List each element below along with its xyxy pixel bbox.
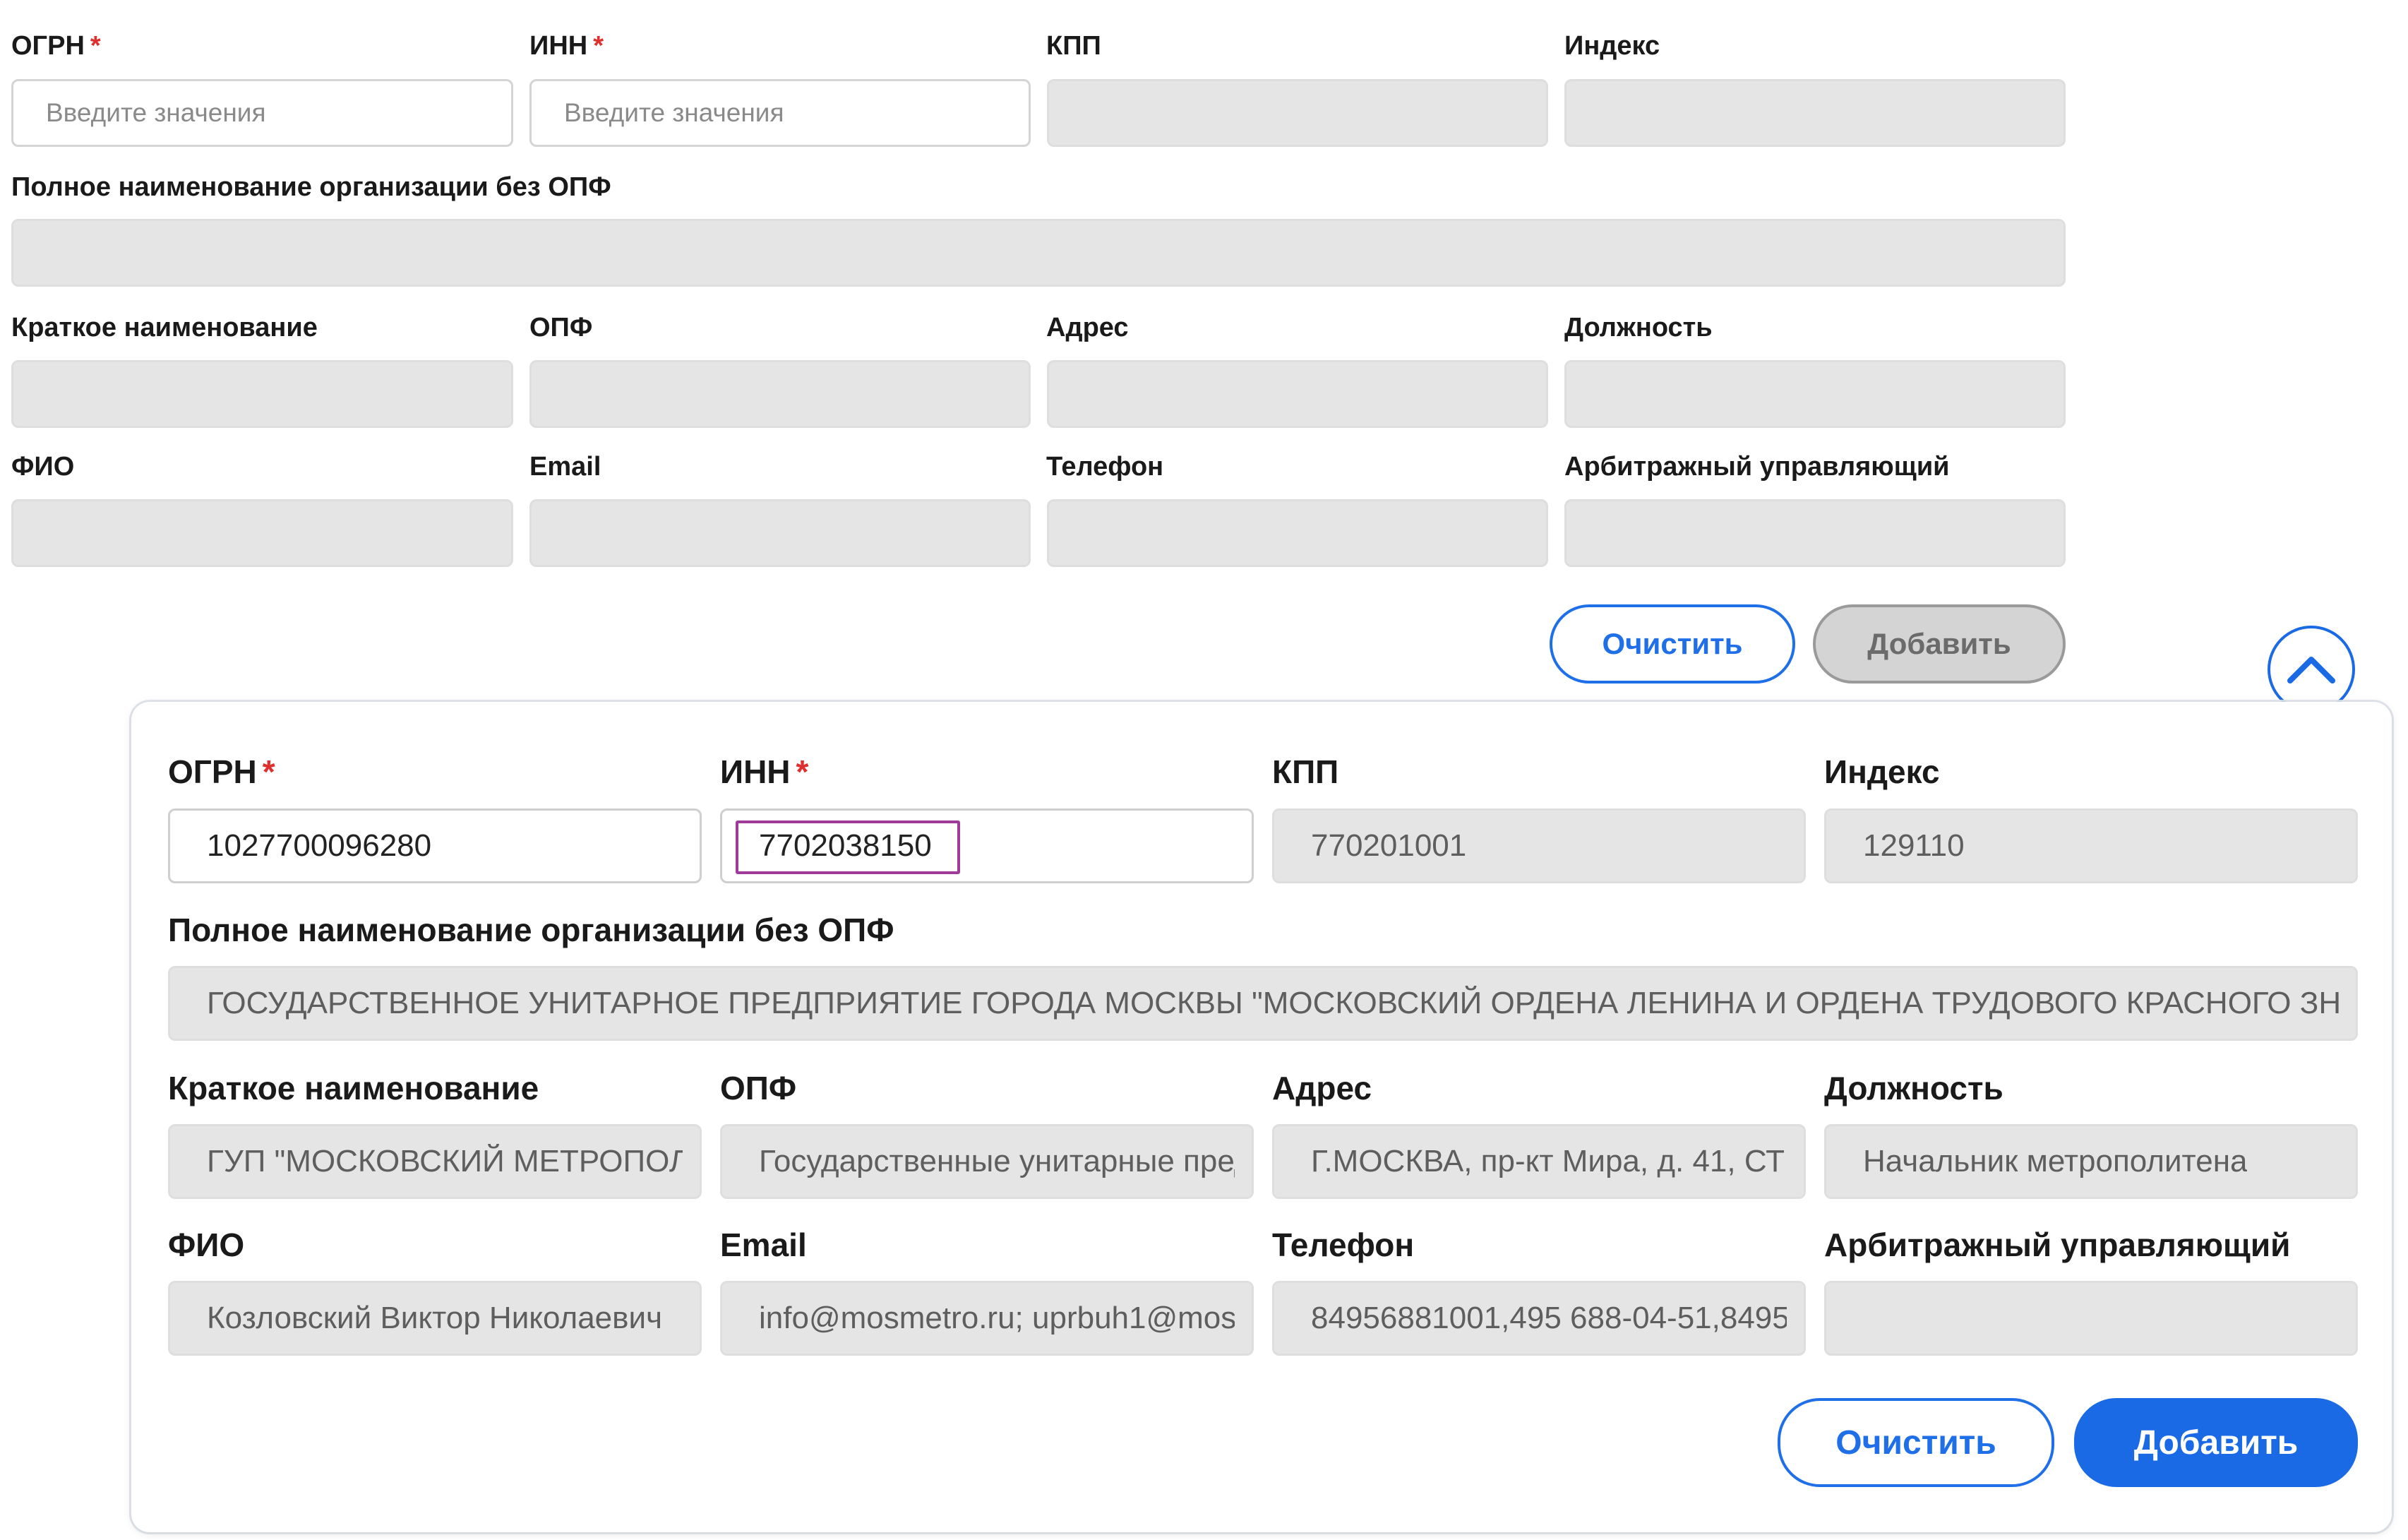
ogrn-label: ОГРН * — [11, 31, 101, 61]
arbitration-field — [1824, 1281, 2358, 1356]
phone-field: 84956881001,495 688-04-51,8495 — [1272, 1281, 1806, 1356]
position-field — [1564, 360, 2066, 428]
required-mark: * — [593, 31, 604, 61]
phone-label: Телефон — [1046, 452, 1164, 482]
index-label: Индекс — [1564, 31, 1660, 61]
arbitration-field — [1564, 499, 2066, 567]
clear-button[interactable]: Очистить — [1550, 604, 1795, 684]
phone-field — [1047, 499, 1548, 567]
inn-label: ИНН * — [529, 31, 604, 61]
email-field — [529, 499, 1031, 567]
opf-field: Государственные унитарные предприятия — [720, 1124, 1254, 1199]
clear-button[interactable]: Очистить — [1778, 1398, 2054, 1487]
position-field: Начальник метрополитена — [1824, 1124, 2358, 1199]
kpp-field — [1047, 79, 1548, 147]
ogrn-input[interactable]: Введите значения — [11, 79, 513, 147]
address-field — [1047, 360, 1548, 428]
position-label: Должность — [1564, 313, 1713, 342]
chevron-up-icon — [2287, 657, 2335, 684]
arbitration-label: Арбитражный управляющий — [1564, 452, 1950, 482]
index-label: Индекс — [1824, 753, 1940, 790]
opf-label: ОПФ — [529, 313, 593, 342]
address-label: Адрес — [1046, 313, 1129, 342]
email-field: info@mosmetro.ru; uprbuh1@mosmetro.ru — [720, 1281, 1254, 1356]
index-field — [1564, 79, 2066, 147]
kpp-label: КПП — [1272, 753, 1339, 790]
short-name-label: Краткое наименование — [168, 1070, 539, 1106]
index-field: 129110 — [1824, 808, 2358, 883]
inn-input[interactable]: Введите значения — [529, 79, 1031, 147]
full-name-label: Полное наименование организации без ОПФ — [11, 172, 611, 202]
fio-field — [11, 499, 513, 567]
ogrn-label: ОГРН * — [168, 753, 275, 790]
full-name-field — [11, 219, 2066, 287]
fio-label: ФИО — [11, 452, 75, 482]
phone-label: Телефон — [1272, 1226, 1415, 1263]
add-button-disabled[interactable]: Добавить — [1813, 604, 2066, 684]
required-mark: * — [262, 753, 275, 790]
address-label: Адрес — [1272, 1070, 1372, 1106]
opf-field — [529, 360, 1031, 428]
add-button[interactable]: Добавить — [2074, 1398, 2358, 1487]
address-field: Г.МОСКВА, пр-кт Мира, д. 41, СТР. 2 — [1272, 1124, 1806, 1199]
full-name-field: ГОСУДАРСТВЕННОЕ УНИТАРНОЕ ПРЕДПРИЯТИЕ ГО… — [168, 966, 2358, 1041]
position-label: Должность — [1824, 1070, 2003, 1106]
opf-label: ОПФ — [720, 1070, 797, 1106]
kpp-label: КПП — [1046, 31, 1101, 61]
inn-value-highlight — [736, 820, 960, 874]
short-name-label: Краткое наименование — [11, 313, 318, 342]
short-name-field — [11, 360, 513, 428]
scroll-to-top-button[interactable] — [2268, 626, 2355, 713]
kpp-field: 770201001 — [1272, 808, 1806, 883]
fio-label: ФИО — [168, 1226, 245, 1263]
email-label: Email — [529, 452, 601, 482]
fio-field: Козловский Виктор Николаевич — [168, 1281, 702, 1356]
arbitration-label: Арбитражный управляющий — [1824, 1226, 2291, 1263]
short-name-field: ГУП "МОСКОВСКИЙ МЕТРОПОЛИТЕН" — [168, 1124, 702, 1199]
required-mark: * — [90, 31, 101, 61]
email-label: Email — [720, 1226, 807, 1263]
full-name-label: Полное наименование организации без ОПФ — [168, 912, 894, 948]
inn-label: ИНН * — [720, 753, 809, 790]
required-mark: * — [796, 753, 809, 790]
ogrn-input[interactable]: 1027700096280 — [168, 808, 702, 883]
